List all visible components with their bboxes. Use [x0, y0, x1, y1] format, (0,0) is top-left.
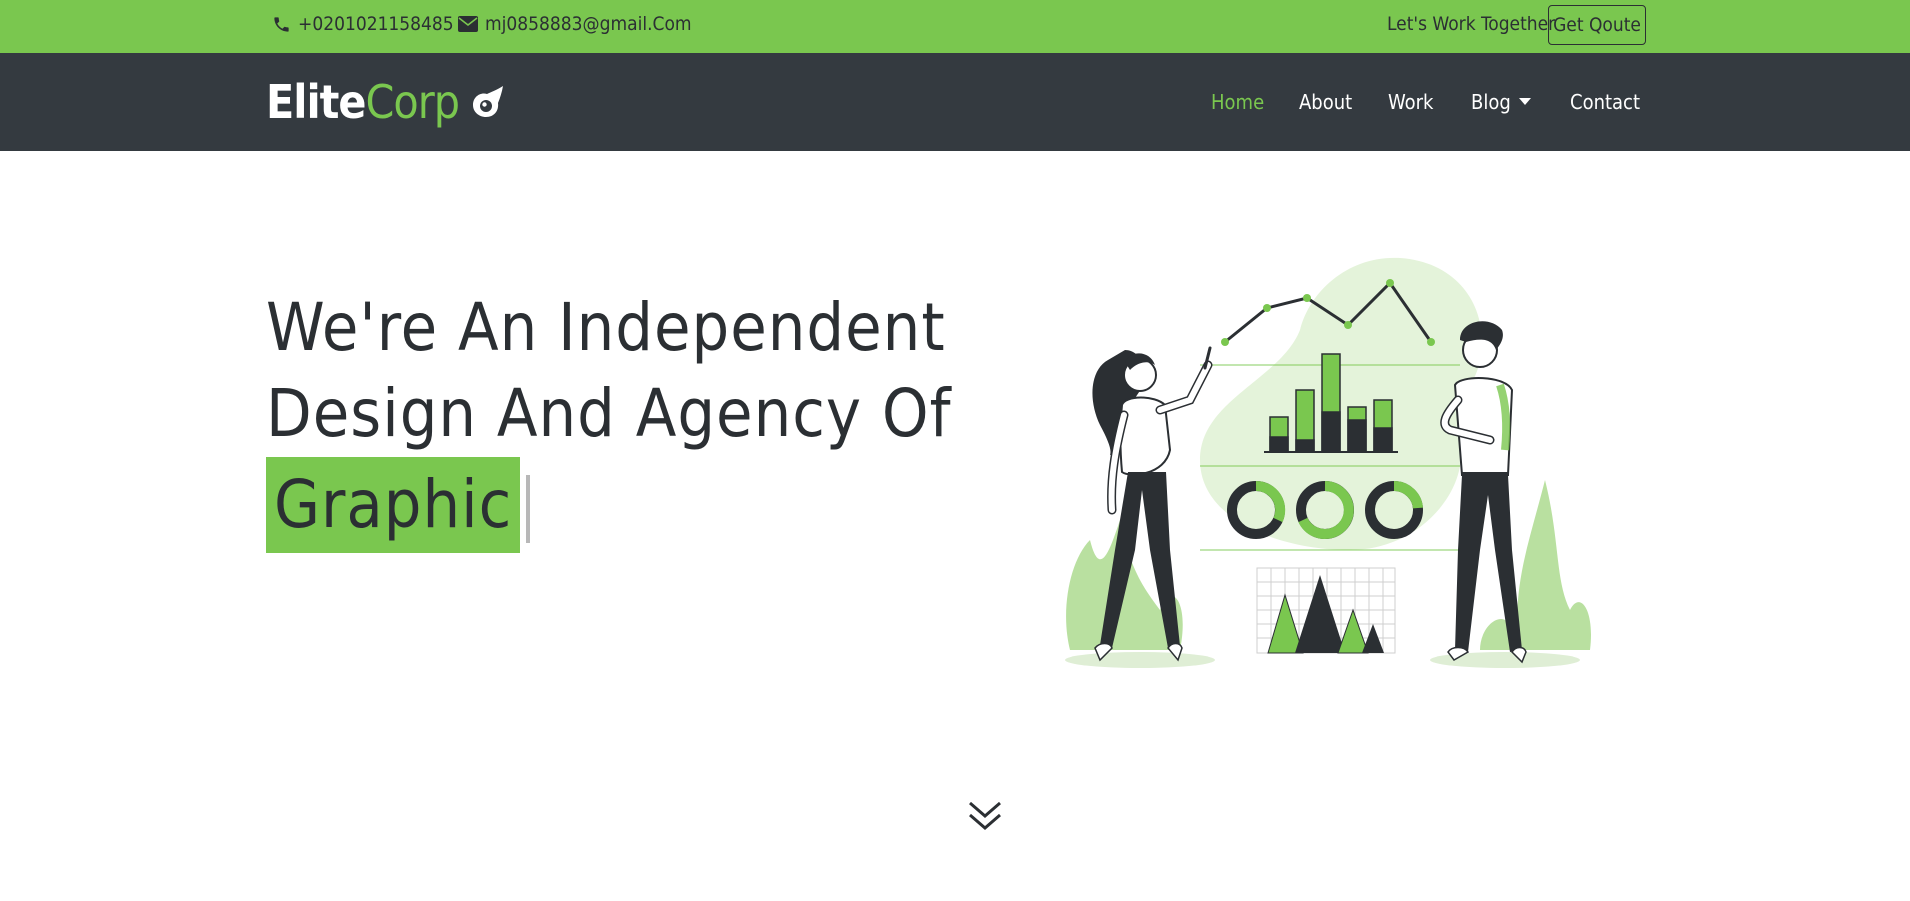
- hero-illustration: [1065, 257, 1591, 668]
- hero-line-1: We're An Independent: [266, 289, 946, 366]
- brand-logo[interactable]: Elite Corp: [266, 75, 505, 129]
- hero-highlight-word: Graphic: [266, 457, 521, 553]
- brand-name-part2: Corp: [365, 75, 461, 129]
- typing-cursor: [526, 474, 531, 543]
- nav-home[interactable]: Home: [1211, 90, 1264, 114]
- main-navbar: Elite Corp Home About Work Blog Contact: [0, 53, 1910, 151]
- nav-home-label: Home: [1211, 90, 1265, 114]
- hero-line-2: Design And Agency Of: [266, 375, 952, 452]
- email-address: mj0858883@gmail.Com: [485, 13, 692, 35]
- work-together-text: Let's Work Together: [1387, 13, 1556, 35]
- hero-heading: We're An Independent Design And Agency O…: [266, 285, 951, 553]
- nav-blog-label: Blog: [1471, 90, 1511, 114]
- nav-about-label: About: [1299, 90, 1353, 114]
- double-chevron-down-icon[interactable]: [968, 800, 1002, 832]
- nav-blog[interactable]: Blog: [1471, 90, 1531, 114]
- nav-work[interactable]: Work: [1388, 90, 1433, 114]
- nav-contact[interactable]: Contact: [1570, 90, 1640, 114]
- brand-name-part1: Elite: [266, 75, 366, 129]
- get-quote-button[interactable]: Get Qoute: [1548, 5, 1646, 45]
- top-bar: +0201021158485 mj0858883@gmail.Com Let's…: [0, 0, 1910, 53]
- nav-about[interactable]: About: [1299, 90, 1352, 114]
- phone-number: +0201021158485: [298, 13, 454, 35]
- nav-contact-label: Contact: [1570, 90, 1640, 114]
- nav-work-label: Work: [1388, 90, 1434, 114]
- eye-comet-icon: [473, 86, 504, 117]
- envelope-icon: [458, 16, 478, 32]
- phone-icon: [274, 16, 289, 32]
- hero-line-3: Graphic: [266, 457, 951, 553]
- email-contact[interactable]: mj0858883@gmail.Com: [458, 13, 692, 35]
- phone-contact[interactable]: +0201021158485: [272, 13, 454, 35]
- caret-down-icon: [1518, 98, 1531, 105]
